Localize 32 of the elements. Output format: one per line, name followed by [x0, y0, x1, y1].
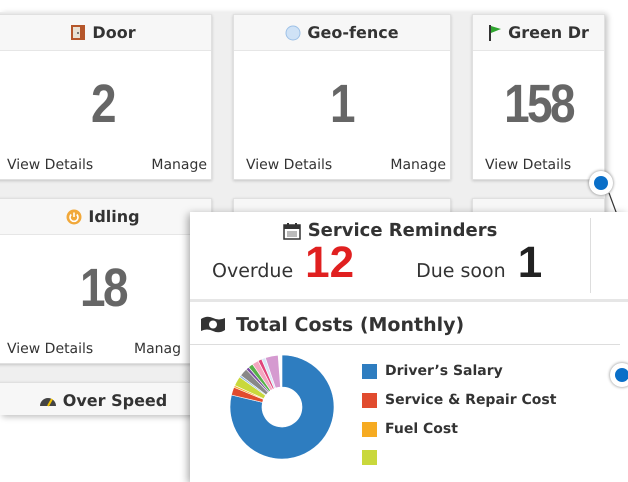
calendar-icon — [282, 222, 301, 240]
card-title: Over Speed — [62, 391, 168, 410]
overdue-count: 12 — [305, 241, 354, 285]
count-value: 18 — [80, 257, 126, 319]
legend-label: Service & Repair Cost — [385, 392, 556, 408]
door-icon — [70, 24, 86, 41]
circle-icon — [285, 24, 302, 40]
view-details-link[interactable]: View Details — [7, 341, 94, 357]
power-icon — [66, 208, 82, 224]
flag-icon — [488, 24, 502, 41]
view-details-link[interactable]: View Details — [246, 157, 332, 173]
manage-link[interactable]: Manage — [151, 157, 207, 173]
card-title: Idling — [88, 207, 140, 226]
count-value: 1 — [330, 73, 354, 135]
section-title: Total Costs (Monthly) — [236, 314, 464, 336]
section-title: Service Reminders — [308, 220, 498, 241]
overdue-label: Overdue — [212, 260, 294, 282]
count-value: 158 — [504, 73, 573, 135]
view-details-link[interactable]: View Details — [7, 157, 94, 173]
card-title: Door — [92, 23, 136, 42]
count-value: 2 — [92, 73, 114, 135]
manage-link[interactable]: Manage — [390, 157, 446, 173]
hotspot-marker[interactable] — [589, 171, 613, 195]
money-icon — [200, 315, 226, 335]
manage-link[interactable]: Manag — [134, 341, 181, 357]
legend-label: Driver’s Salary — [385, 363, 503, 379]
card-title: Geo-fence — [307, 23, 399, 42]
due-soon-count: 1 — [518, 241, 542, 285]
card-title: Green Dr — [508, 23, 589, 42]
legend-label: Fuel Cost — [385, 421, 458, 437]
due-soon-label: Due soon — [416, 260, 506, 282]
view-details-link[interactable]: View Details — [485, 157, 572, 173]
